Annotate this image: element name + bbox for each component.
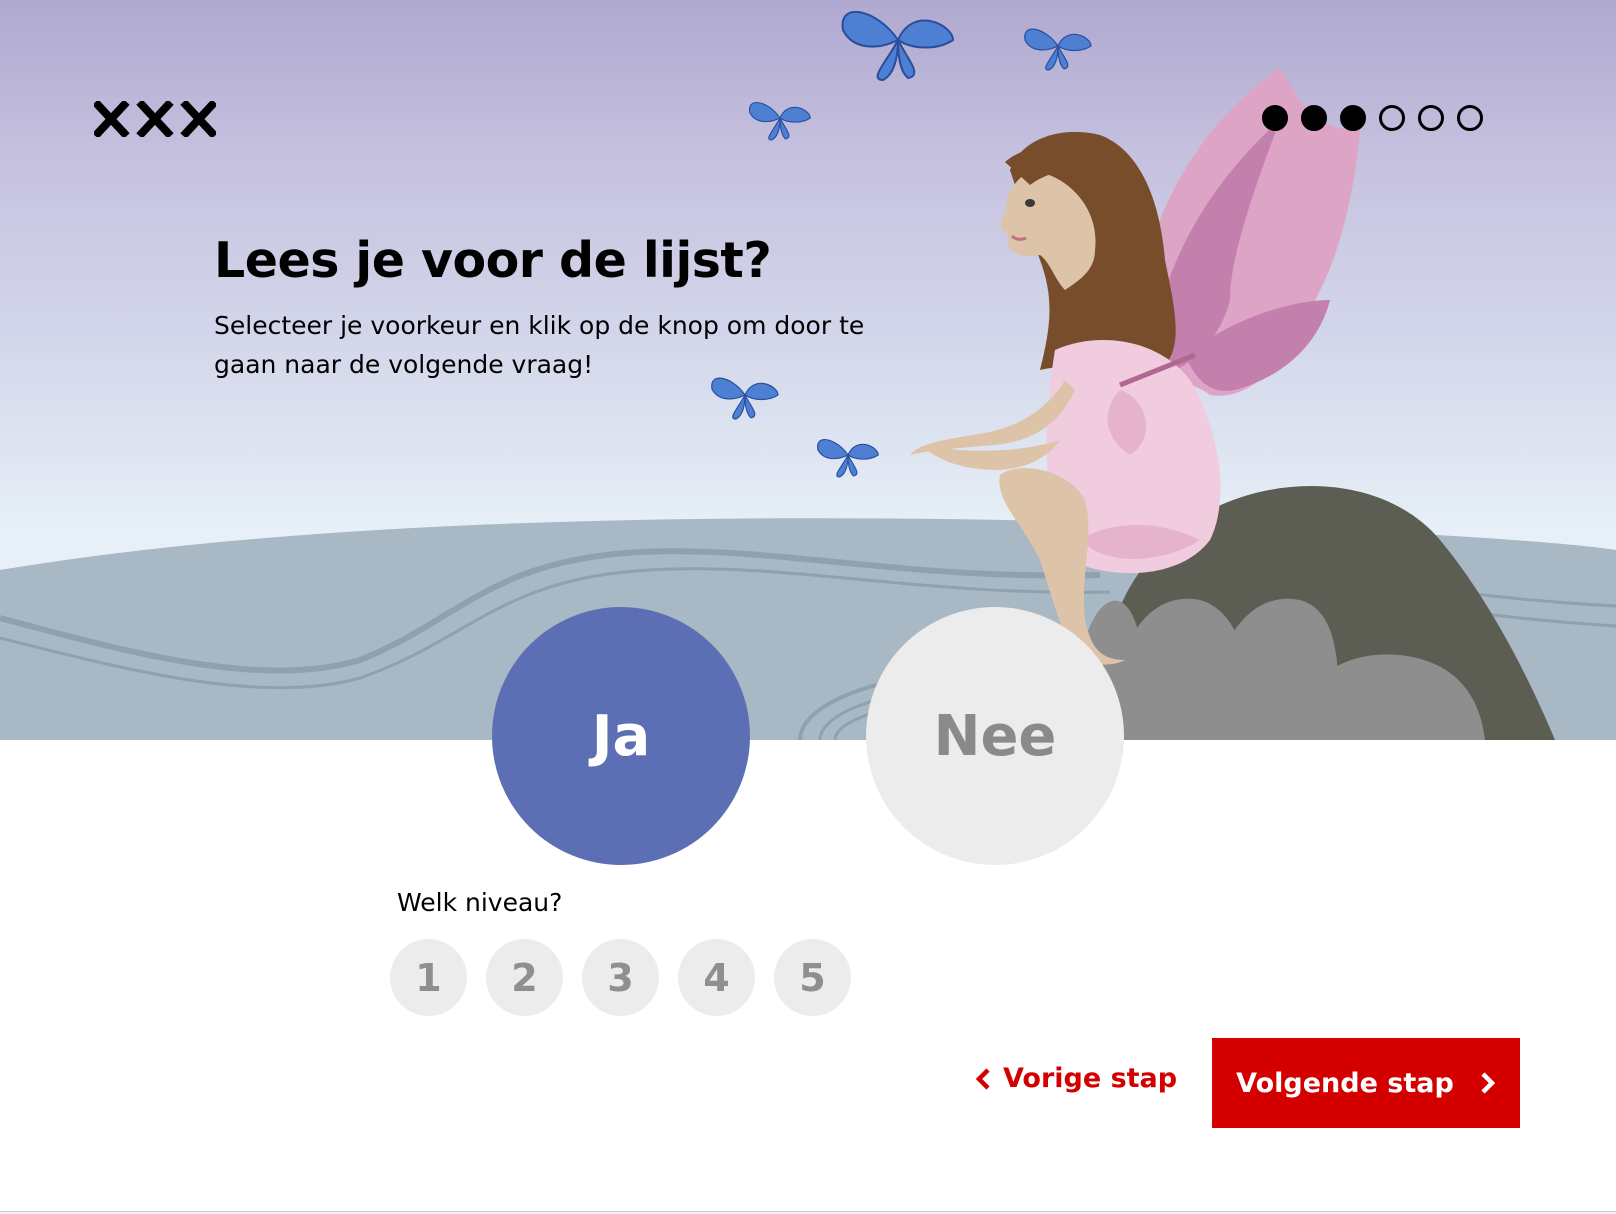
questionnaire-page: Lees je voor de lijst? Selecteer je voor… <box>0 0 1616 1212</box>
divider <box>0 1211 1616 1212</box>
hero-banner: Lees je voor de lijst? Selecteer je voor… <box>0 0 1616 740</box>
progress-step-pending <box>1418 105 1444 131</box>
progress-step-pending <box>1379 105 1405 131</box>
previous-step-link[interactable]: Vorige stap <box>975 1063 1177 1094</box>
level-option-2[interactable]: 2 <box>486 939 563 1016</box>
level-option-3[interactable]: 3 <box>582 939 659 1016</box>
level-option-5[interactable]: 5 <box>774 939 851 1016</box>
chevron-left-icon <box>975 1067 991 1091</box>
level-option-4[interactable]: 4 <box>678 939 755 1016</box>
next-step-button[interactable]: Volgende stap <box>1212 1038 1520 1128</box>
chevron-right-icon <box>1480 1071 1496 1095</box>
three-crosses-logo <box>94 101 216 137</box>
question-title: Lees je voor de lijst? <box>214 232 772 289</box>
progress-step-completed <box>1301 105 1327 131</box>
progress-step-completed <box>1262 105 1288 131</box>
level-options: 1 2 3 4 5 <box>390 939 851 1016</box>
progress-step-completed <box>1340 105 1366 131</box>
next-step-label: Volgende stap <box>1236 1067 1454 1099</box>
question-subtitle: Selecteer je voorkeur en klik op de knop… <box>214 311 865 379</box>
choice-yes-button[interactable]: Ja <box>492 607 750 865</box>
choice-no-button[interactable]: Nee <box>866 607 1124 865</box>
progress-step-pending <box>1457 105 1483 131</box>
level-label: Welk niveau? <box>397 888 563 917</box>
level-option-1[interactable]: 1 <box>390 939 467 1016</box>
previous-step-label: Vorige stap <box>1003 1063 1178 1094</box>
progress-indicator <box>1262 105 1483 131</box>
